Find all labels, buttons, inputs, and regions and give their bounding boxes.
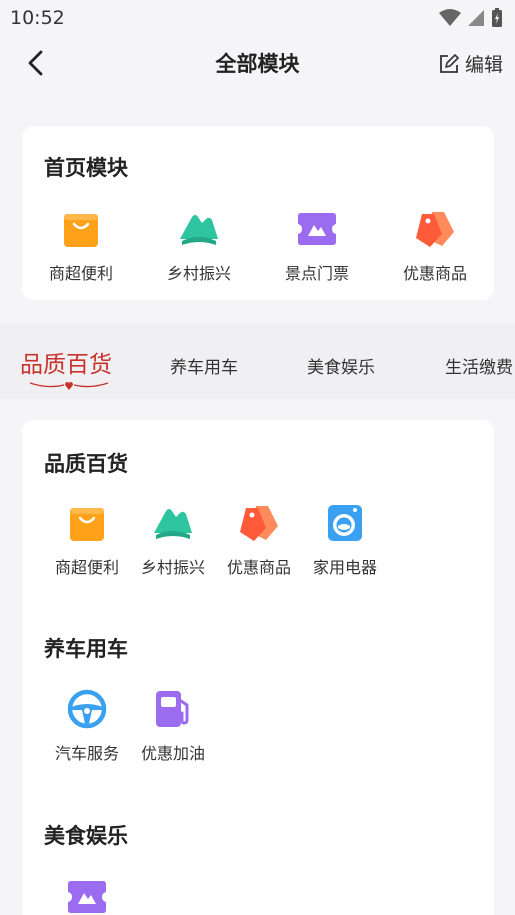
home-item-label: 商超便利 <box>48 264 113 283</box>
home-item-supermarket[interactable]: 商超便利 <box>22 208 140 284</box>
item-deals[interactable]: 优惠商品 <box>216 502 302 578</box>
shopping-bag-icon <box>66 502 108 544</box>
shopping-bag-icon <box>60 208 102 250</box>
home-item-label: 优惠商品 <box>402 264 467 283</box>
steering-wheel-icon <box>66 688 108 730</box>
item-label: 商超便利 <box>54 558 119 577</box>
edit-icon <box>440 53 459 73</box>
chevron-left-icon <box>28 50 43 76</box>
section-items: 汽车服务 优惠加油 <box>44 688 216 764</box>
back-button[interactable] <box>26 48 52 78</box>
item-rural[interactable]: 乡村振兴 <box>130 502 216 578</box>
tab-bill-payment[interactable]: 生活缴费 <box>445 353 513 378</box>
section-items <box>44 876 130 915</box>
tab-food-entertainment[interactable]: 美食娱乐 <box>307 353 375 378</box>
item-label: 乡村振兴 <box>140 558 205 577</box>
price-tag-icon <box>414 208 456 250</box>
tab-quality-goods[interactable]: 品质百货 <box>20 345 112 379</box>
wifi-icon <box>439 9 461 26</box>
home-item-tickets[interactable]: 景点门票 <box>258 208 376 284</box>
item-supermarket[interactable]: 商超便利 <box>44 502 130 578</box>
item-car-service[interactable]: 汽车服务 <box>44 688 130 764</box>
active-tab-indicator <box>29 382 109 390</box>
item-label: 优惠加油 <box>140 744 205 763</box>
home-item-label: 乡村振兴 <box>166 264 231 283</box>
section-title: 养车用车 <box>44 637 128 661</box>
section-title: 品质百货 <box>44 452 128 476</box>
price-tag-icon <box>238 502 280 544</box>
status-bar: 10:52 <box>0 0 515 36</box>
tab-car-care[interactable]: 养车用车 <box>170 353 238 378</box>
mountain-icon <box>178 208 220 250</box>
mountain-icon <box>152 502 194 544</box>
module-list-card: 品质百货 商超便利 乡村振兴 优惠商品 家用电器 养车用车 汽车服务 优惠加油 … <box>22 420 494 915</box>
item-fuel[interactable]: 优惠加油 <box>130 688 216 764</box>
fuel-pump-icon <box>152 688 194 730</box>
section-items: 商超便利 乡村振兴 优惠商品 家用电器 <box>44 502 388 578</box>
item-appliances[interactable]: 家用电器 <box>302 502 388 578</box>
ticket-icon <box>66 876 108 915</box>
item-label: 汽车服务 <box>54 744 119 763</box>
edit-button[interactable]: 编辑 <box>439 50 503 77</box>
home-item-rural[interactable]: 乡村振兴 <box>140 208 258 284</box>
home-item-label: 景点门票 <box>284 264 349 283</box>
edit-label: 编辑 <box>464 54 503 76</box>
status-icons <box>439 8 503 28</box>
home-item-deals[interactable]: 优惠商品 <box>376 208 494 284</box>
page-title: 全部模块 <box>215 52 300 76</box>
item-label: 优惠商品 <box>226 558 291 577</box>
washing-machine-icon <box>324 502 366 544</box>
section-title: 美食娱乐 <box>44 824 128 848</box>
top-nav-bar: 全部模块 编辑 <box>0 36 515 90</box>
status-time: 10:52 <box>10 7 65 29</box>
battery-icon <box>492 8 502 27</box>
item-label: 家用电器 <box>312 558 377 577</box>
category-tabs: 品质百货 养车用车 美食娱乐 生活缴费 <box>0 323 515 399</box>
item-tickets[interactable] <box>44 876 130 915</box>
signal-icon <box>468 10 484 26</box>
ticket-icon <box>296 208 338 250</box>
home-module-title: 首页模块 <box>44 156 128 180</box>
home-module-card: 首页模块 商超便利 乡村振兴 景点门票 优惠商品 <box>22 126 494 300</box>
